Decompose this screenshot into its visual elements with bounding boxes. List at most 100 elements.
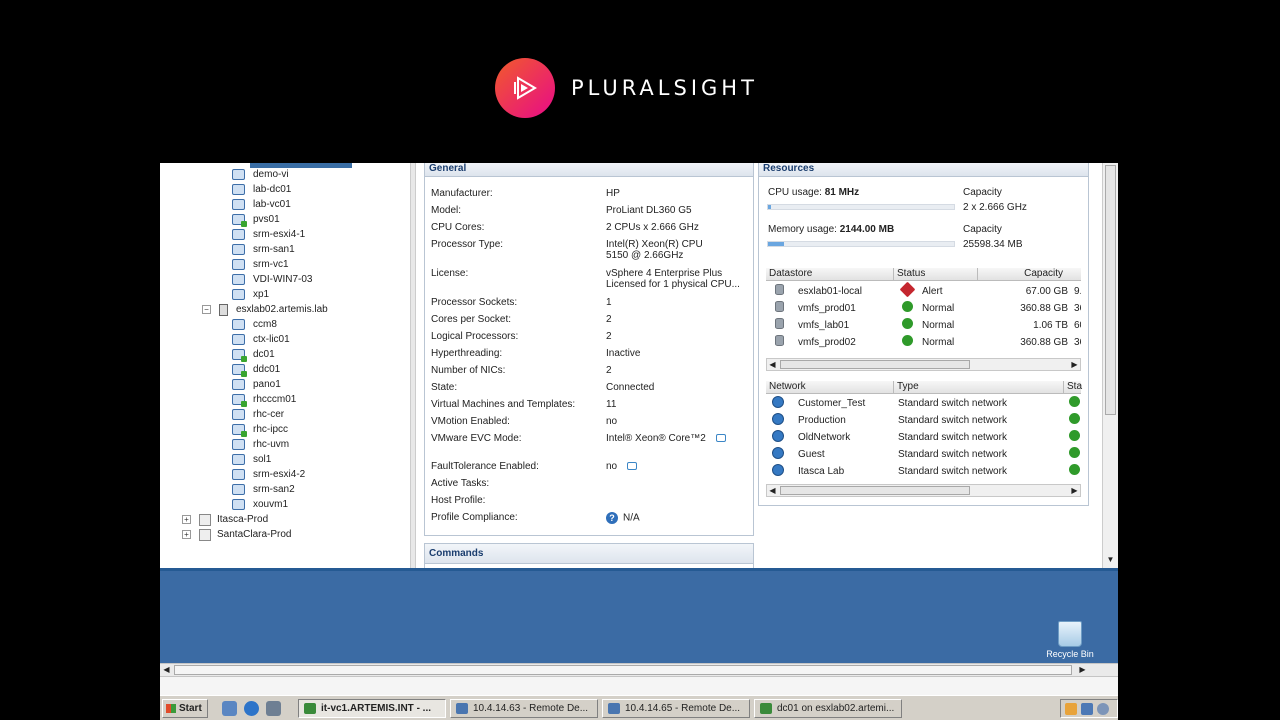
datastore-row[interactable]: esxlab01-local Alert 67.00 GB 9.6 (766, 281, 1081, 300)
property-value-text: 2 CPUs x 2.666 GHz (606, 222, 699, 233)
scroll-down-icon[interactable]: ▼ (1105, 554, 1116, 565)
tree-item[interactable]: rhc-ipcc (232, 422, 288, 437)
datastore-name: vmfs_prod01 (798, 303, 856, 314)
tree-item[interactable]: srm-san1 (232, 242, 295, 257)
datastore-row[interactable]: vmfs_prod01 Normal 360.88 GB 360.4 (766, 301, 1081, 317)
taskbar-button[interactable]: dc01 on esxlab02.artemi... (754, 699, 902, 718)
col-capacity[interactable]: Capacity (977, 268, 1069, 281)
tree-item[interactable]: sol1 (232, 452, 271, 467)
desktop-hscroll[interactable]: ◀ ▶ (160, 663, 1118, 677)
network-hscroll[interactable]: ◀ ▶ (766, 484, 1081, 497)
property-value: 11 (606, 399, 616, 410)
expander-icon[interactable]: + (182, 515, 191, 524)
tree-item[interactable]: rhc-cer (232, 407, 284, 422)
taskbar-button[interactable]: it-vc1.ARTEMIS.INT - ... (298, 699, 446, 718)
tree-item-label: srm-san1 (253, 244, 295, 255)
ok-icon (1069, 464, 1080, 475)
col-status[interactable]: Sta (1063, 381, 1082, 394)
help-icon[interactable]: ? (606, 512, 618, 524)
scroll-thumb[interactable] (1105, 165, 1116, 415)
tree-item[interactable]: pvs01 (232, 212, 280, 227)
inventory-tree: demo-vi lab-dc01 lab-vc01 pvs01 srm-esxi4-1 s… (160, 163, 410, 568)
scroll-thumb[interactable] (780, 360, 970, 369)
pane-splitter[interactable] (410, 163, 416, 568)
tree-item[interactable]: dc01 (232, 347, 275, 362)
scroll-thumb[interactable] (174, 665, 1072, 675)
scroll-right-icon[interactable]: ▶ (1069, 359, 1080, 370)
tree-item[interactable]: + Itasca-Prod (182, 512, 268, 527)
tree-item[interactable]: srm-vc1 (232, 257, 289, 272)
scroll-left-icon[interactable]: ◀ (767, 359, 778, 370)
network-row[interactable]: Production Standard switch network (766, 413, 1081, 429)
col-datastore[interactable]: Datastore (766, 268, 812, 281)
network-icon (772, 413, 784, 425)
col-status[interactable]: Status (893, 268, 925, 281)
network-icon[interactable] (1081, 703, 1093, 715)
col-type[interactable]: Type (893, 381, 919, 394)
taskbar-button[interactable]: 10.4.14.65 - Remote De... (602, 699, 750, 718)
property-label: Virtual Machines and Templates: (431, 399, 576, 410)
tree-item[interactable]: xp1 (232, 287, 269, 302)
tree-item[interactable]: + SantaClara-Prod (182, 527, 291, 542)
server-manager-icon[interactable] (266, 701, 281, 716)
cpu-capacity-label: Capacity (963, 187, 1002, 198)
main-vscroll[interactable]: ▼ (1102, 163, 1118, 568)
vm-powered-on-icon (232, 364, 247, 377)
scroll-left-icon[interactable]: ◀ (161, 664, 172, 675)
datastore-hscroll[interactable]: ◀ ▶ (766, 358, 1081, 371)
tree-item[interactable]: demo-vi (232, 167, 289, 182)
expander-icon[interactable]: − (202, 305, 211, 314)
recycle-bin[interactable]: Recycle Bin (1045, 621, 1095, 659)
scroll-left-icon[interactable]: ◀ (767, 485, 778, 496)
taskbar-button[interactable]: 10.4.14.63 - Remote De... (450, 699, 598, 718)
network-row[interactable]: Customer_Test Standard switch network (766, 396, 1081, 412)
property-label: Processor Type: (431, 239, 504, 250)
start-button[interactable]: Start (162, 699, 208, 718)
ok-icon (1069, 413, 1080, 424)
vm-icon (232, 184, 245, 195)
scroll-right-icon[interactable]: ▶ (1069, 485, 1080, 496)
tree-item[interactable]: − esxlab02.artemis.lab (202, 302, 328, 317)
tree-item[interactable]: rhcccm01 (232, 392, 296, 407)
property-label: Cores per Socket: (431, 314, 512, 325)
tree-item[interactable]: lab-vc01 (232, 197, 291, 212)
tree-item[interactable]: srm-san2 (232, 482, 295, 497)
property-label: Manufacturer: (431, 188, 493, 199)
ie-icon[interactable] (244, 701, 259, 716)
clock-icon[interactable] (1097, 703, 1109, 715)
network-type: Standard switch network (898, 415, 1007, 426)
scroll-right-icon[interactable]: ▶ (1077, 664, 1088, 675)
tree-item[interactable]: lab-dc01 (232, 182, 291, 197)
memory-capacity: 25598.34 MB (963, 239, 1023, 250)
tree-item[interactable]: rhc-uvm (232, 437, 289, 452)
details-icon[interactable] (627, 462, 638, 471)
datastore-icon (775, 301, 784, 312)
warning-icon[interactable] (1065, 703, 1077, 715)
tree-item[interactable]: ccm8 (232, 317, 277, 332)
network-row[interactable]: Guest Standard switch network (766, 447, 1081, 463)
datastore-row[interactable]: vmfs_prod02 Normal 360.88 GB 360.6 (766, 335, 1081, 351)
show-desktop-icon[interactable] (222, 701, 237, 716)
network-row[interactable]: Itasca Lab Standard switch network (766, 464, 1081, 480)
property-value: Connected (606, 382, 654, 393)
tree-item[interactable]: ddc01 (232, 362, 280, 377)
tree-item[interactable]: xouvm1 (232, 497, 288, 512)
network-row[interactable]: OldNetwork Standard switch network (766, 430, 1081, 446)
tree-item[interactable]: pano1 (232, 377, 281, 392)
tree-item[interactable]: ctx-lic01 (232, 332, 290, 347)
expander-icon[interactable]: + (182, 530, 191, 539)
vm-icon (232, 244, 245, 255)
tree-item[interactable]: VDI-WIN7-03 (232, 272, 312, 287)
datastore-icon (775, 335, 784, 346)
vm-icon (232, 259, 245, 270)
scroll-thumb[interactable] (780, 486, 970, 495)
vm-icon (232, 454, 245, 465)
col-network[interactable]: Network (766, 381, 806, 394)
tree-item[interactable]: srm-esxi4-1 (232, 227, 305, 242)
vm-icon (232, 484, 245, 495)
tree-item[interactable]: srm-esxi4-2 (232, 467, 305, 482)
datastore-row[interactable]: vmfs_lab01 Normal 1.06 TB 606.7 (766, 318, 1081, 334)
tree-item-label: xouvm1 (253, 499, 289, 510)
tree-item-label: lab-vc01 (253, 199, 291, 210)
details-icon[interactable] (715, 434, 726, 443)
